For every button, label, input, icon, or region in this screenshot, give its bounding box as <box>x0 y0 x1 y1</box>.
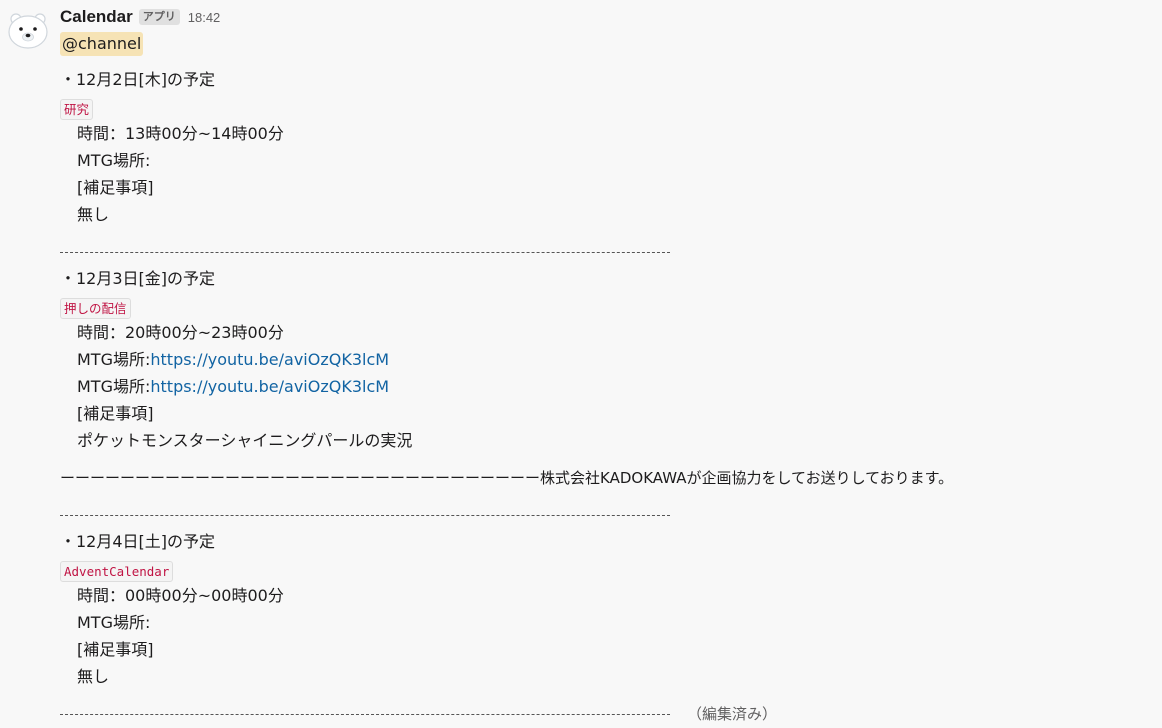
event-notes: ポケットモンスターシャイニングパールの実況 <box>77 431 413 450</box>
event-notes-label: [補足事項] <box>77 640 154 659</box>
divider <box>60 252 670 253</box>
event-location: MTG場所:https://youtu.be/aviOzQK3lcM <box>77 348 389 372</box>
event-tag: 研究 <box>60 99 94 120</box>
timestamp[interactable]: 18:42 <box>188 10 221 25</box>
event-time: 時間：20時00分~23時00分 <box>77 323 284 342</box>
event-time: 時間：00時00分~00時00分 <box>77 586 284 605</box>
event-title: ・12月3日[金]の予定 <box>60 269 216 288</box>
edited-label: （編集済み） <box>687 705 778 723</box>
event-extra-note: ーーーーーーーーーーーーーーーーーーーーーーーーーーーーーーーー株式会社KADO… <box>60 469 954 487</box>
message-header: Calendar アプリ 18:42 <box>60 6 220 28</box>
event-notes: 無し <box>77 667 110 686</box>
event-title: ・12月2日[木]の予定 <box>60 70 216 89</box>
event-time: 時間：13時00分~14時00分 <box>77 124 284 143</box>
sender-name[interactable]: Calendar <box>60 7 133 27</box>
event-location: MTG場所:https://youtu.be/aviOzQK3lcM <box>77 375 389 399</box>
event-tag: 押しの配信 <box>60 298 131 319</box>
event-notes-label: [補足事項] <box>77 404 154 423</box>
app-badge: アプリ <box>138 9 180 25</box>
location-link[interactable]: https://youtu.be/aviOzQK3lcM <box>150 350 389 369</box>
event-location: MTG場所: <box>77 613 151 632</box>
event-notes-label: [補足事項] <box>77 178 154 197</box>
polar-bear-avatar-icon[interactable] <box>6 10 50 50</box>
location-label: MTG場所: <box>77 377 151 396</box>
channel-mention[interactable]: @channel <box>60 32 144 56</box>
event-notes: 無し <box>77 205 110 224</box>
event-tag: AdventCalendar <box>60 561 174 582</box>
location-label: MTG場所: <box>77 350 151 369</box>
divider <box>60 714 670 715</box>
event-location: MTG場所: <box>77 151 151 170</box>
event-title: ・12月4日[土]の予定 <box>60 532 216 551</box>
divider <box>60 515 670 516</box>
location-link[interactable]: https://youtu.be/aviOzQK3lcM <box>150 377 389 396</box>
